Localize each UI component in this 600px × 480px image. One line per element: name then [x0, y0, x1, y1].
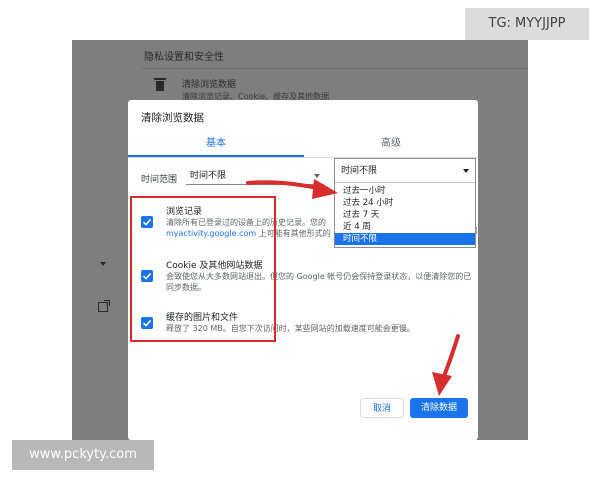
- watermark-website: www.pckyty.com: [12, 440, 154, 470]
- privacy-section-title: 隐私设置和安全性: [144, 52, 224, 63]
- annotation-highlight-box: [130, 196, 276, 342]
- dropdown-option[interactable]: 过去一小时: [335, 185, 475, 197]
- time-range-dropdown[interactable]: 时间不限 过去一小时 过去 24 小时 过去 7 天 近 4 周 时间不限: [334, 158, 476, 248]
- cancel-button[interactable]: 取消: [360, 398, 404, 418]
- time-range-label: 时间范围: [141, 175, 178, 185]
- chevron-down-icon: [463, 169, 469, 173]
- dropdown-option[interactable]: 近 4 周: [335, 221, 475, 233]
- watermark-telegram: TG: MYYJJPP: [465, 8, 589, 40]
- trash-icon: [154, 78, 166, 91]
- tab-basic[interactable]: 基本: [128, 132, 304, 156]
- time-range-select[interactable]: 时间不限: [186, 167, 324, 185]
- dropdown-current-value[interactable]: 时间不限: [335, 159, 475, 183]
- setting-row-title: 清除浏览数据: [182, 80, 237, 90]
- dialog-title: 清除浏览数据: [141, 112, 204, 124]
- dropdown-option[interactable]: 过去 24 小时: [335, 197, 475, 209]
- chevron-down-icon: [314, 174, 320, 178]
- chevron-down-icon[interactable]: [100, 262, 106, 266]
- time-range-value: 时间不限: [190, 171, 227, 181]
- open-in-new-icon[interactable]: [98, 300, 110, 312]
- dropdown-current-label: 时间不限: [341, 166, 378, 176]
- clear-data-button[interactable]: 清除数据: [410, 398, 468, 418]
- dropdown-option[interactable]: 过去 7 天: [335, 209, 475, 221]
- tab-advanced[interactable]: 高级: [304, 132, 478, 156]
- dropdown-option-selected[interactable]: 时间不限: [335, 233, 475, 245]
